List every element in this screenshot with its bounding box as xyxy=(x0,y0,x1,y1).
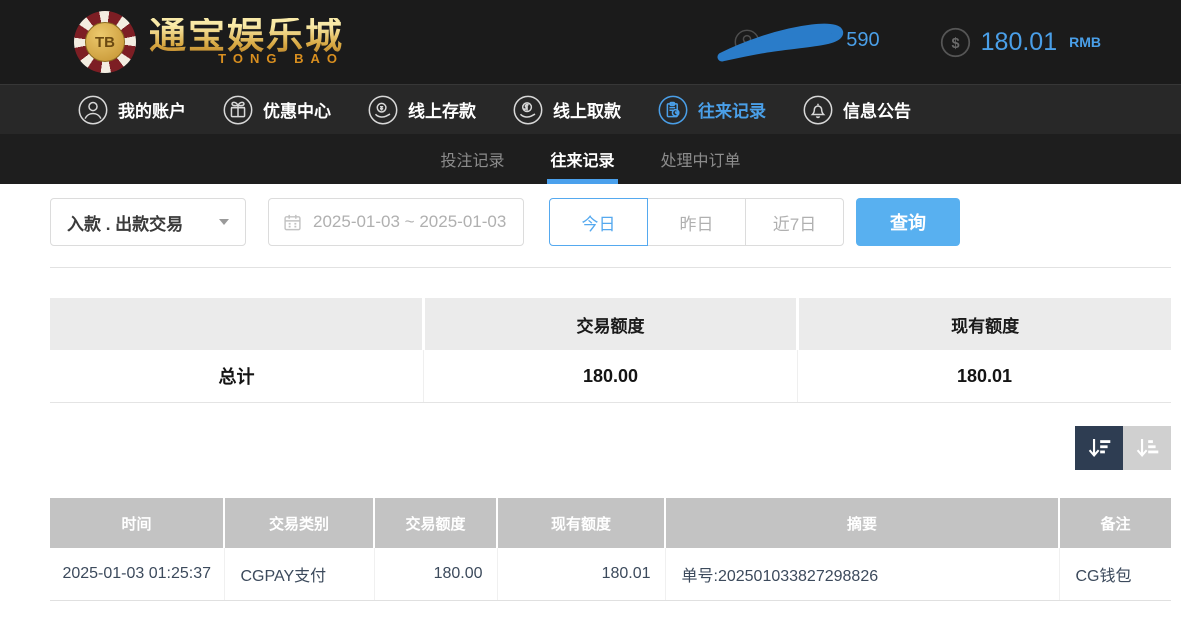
section-divider xyxy=(50,267,1171,268)
withdraw-icon xyxy=(513,95,543,125)
nav-label: 线上取款 xyxy=(553,97,621,122)
svg-text:$: $ xyxy=(951,35,959,51)
tab-label: 往来记录 xyxy=(550,147,614,171)
quick-today-button[interactable]: 今日 xyxy=(549,198,648,246)
quick-last7days-button[interactable]: 近7日 xyxy=(745,198,844,246)
tab-label: 投注记录 xyxy=(440,147,504,171)
nav-label: 往来记录 xyxy=(698,97,766,122)
records-subnav: 投注记录 往来记录 处理中订单 xyxy=(0,134,1181,184)
redaction-scribble xyxy=(714,22,860,64)
col-header-time: 时间 xyxy=(50,498,224,548)
nav-item-promotions[interactable]: 优惠中心 xyxy=(223,95,331,125)
nav-label: 我的账户 xyxy=(118,97,186,122)
summary-trade-total: 180.00 xyxy=(423,350,797,402)
balance-currency: RMB xyxy=(1069,34,1101,50)
transaction-type-value: 入款 . 出款交易 xyxy=(67,210,183,235)
nav-item-announcements[interactable]: 信息公告 xyxy=(803,95,911,125)
tab-betting-records[interactable]: 投注记录 xyxy=(440,134,504,184)
filter-row: 入款 . 出款交易 2025-01-03 ~ 2025-01-03 今日 昨日 … xyxy=(50,198,1171,246)
cell-balance: 180.01 xyxy=(497,548,665,600)
casino-chip-logo-icon: TB xyxy=(74,11,136,73)
sort-ascending-button[interactable] xyxy=(1123,426,1171,470)
chip-monogram: TB xyxy=(85,22,125,62)
sort-descending-button[interactable] xyxy=(1075,426,1123,470)
transaction-type-select[interactable]: 入款 . 出款交易 xyxy=(50,198,246,246)
search-button[interactable]: 查询 xyxy=(856,198,960,246)
bell-icon xyxy=(803,95,833,125)
caret-down-icon xyxy=(219,219,229,225)
table-row: 2025-01-03 01:25:37 CGPAY支付 180.00 180.0… xyxy=(50,548,1171,600)
cell-summary: 单号:202501033827298826 xyxy=(665,548,1059,600)
summary-header-empty xyxy=(50,298,422,350)
top-header: TB 通宝娱乐城 TONG BAO 590 xyxy=(0,0,1181,84)
quick-date-group: 今日 昨日 近7日 xyxy=(549,198,844,246)
col-header-note: 备注 xyxy=(1059,498,1171,548)
site-logo[interactable]: TB 通宝娱乐城 TONG BAO xyxy=(74,11,344,73)
nav-label: 优惠中心 xyxy=(263,97,331,122)
main-nav: 我的账户 优惠中心 线上存款 线上取款 往来记录 xyxy=(0,84,1181,134)
cell-type: CGPAY支付 xyxy=(224,548,374,600)
cell-time: 2025-01-03 01:25:37 xyxy=(50,548,224,600)
col-header-balance: 现有额度 xyxy=(497,498,665,548)
balance-display[interactable]: $ 180.01 RMB xyxy=(940,27,1101,58)
main-content: 入款 . 出款交易 2025-01-03 ~ 2025-01-03 今日 昨日 … xyxy=(0,184,1181,601)
username-display[interactable]: 590 xyxy=(722,19,882,65)
col-header-amount: 交易额度 xyxy=(374,498,497,548)
tab-label: 处理中订单 xyxy=(661,147,741,171)
dollar-coin-icon: $ xyxy=(940,27,971,58)
summary-total-label: 总计 xyxy=(50,350,423,402)
nav-item-deposit[interactable]: 线上存款 xyxy=(368,95,476,125)
nav-label: 信息公告 xyxy=(843,97,911,122)
nav-item-my-account[interactable]: 我的账户 xyxy=(78,95,186,125)
nav-item-transaction-records[interactable]: 往来记录 xyxy=(658,95,766,125)
summary-total-row: 总计 180.00 180.01 xyxy=(50,350,1171,403)
summary-header-balance: 现有额度 xyxy=(796,298,1171,350)
user-circle-icon xyxy=(78,95,108,125)
quick-yesterday-button[interactable]: 昨日 xyxy=(647,198,746,246)
records-icon xyxy=(658,95,688,125)
summary-header-row: 交易额度 现有额度 xyxy=(50,298,1171,350)
cell-note: CG钱包 xyxy=(1059,548,1171,600)
date-range-value: 2025-01-03 ~ 2025-01-03 xyxy=(313,212,506,232)
table-header-row: 时间 交易类别 交易额度 现有额度 摘要 备注 xyxy=(50,498,1171,548)
site-subtitle: TONG BAO xyxy=(149,51,344,66)
sort-desc-icon xyxy=(1086,435,1113,462)
cell-amount: 180.00 xyxy=(374,548,497,600)
col-header-type: 交易类别 xyxy=(224,498,374,548)
col-header-summary: 摘要 xyxy=(665,498,1059,548)
summary-balance-total: 180.01 xyxy=(797,350,1171,402)
gift-icon xyxy=(223,95,253,125)
calendar-icon xyxy=(283,213,302,232)
summary-table: 交易额度 现有额度 总计 180.00 180.01 xyxy=(50,298,1171,403)
nav-item-withdraw[interactable]: 线上取款 xyxy=(513,95,621,125)
sort-asc-icon xyxy=(1134,435,1161,462)
tab-transaction-records[interactable]: 往来记录 xyxy=(550,134,614,184)
balance-amount: 180.01 xyxy=(981,28,1057,57)
tab-pending-orders[interactable]: 处理中订单 xyxy=(661,134,741,184)
summary-header-trade: 交易额度 xyxy=(422,298,797,350)
date-range-input[interactable]: 2025-01-03 ~ 2025-01-03 xyxy=(268,198,524,246)
logo-text: 通宝娱乐城 TONG BAO xyxy=(149,18,344,67)
sort-controls xyxy=(50,426,1171,470)
nav-label: 线上存款 xyxy=(408,97,476,122)
deposit-icon xyxy=(368,95,398,125)
header-right: 590 $ 180.01 RMB xyxy=(722,19,1101,65)
transactions-table: 时间 交易类别 交易额度 现有额度 摘要 备注 2025-01-03 01:25… xyxy=(50,498,1171,601)
